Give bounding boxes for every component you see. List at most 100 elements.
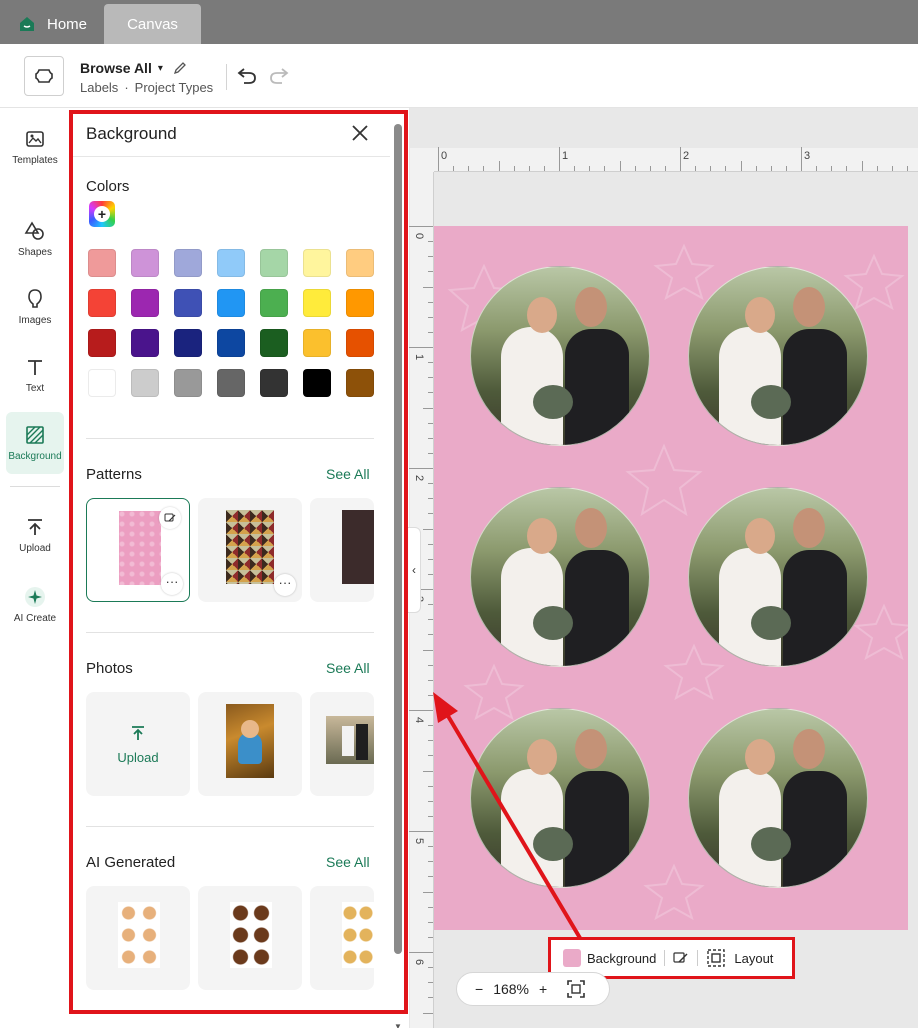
color-swatch[interactable] (260, 289, 288, 317)
rail-item-background[interactable]: Background (6, 412, 64, 474)
rail-item-text[interactable]: Text (6, 344, 64, 406)
photo-label-circle[interactable] (688, 487, 868, 667)
pattern-more-button[interactable]: ··· (274, 574, 296, 596)
context-layout-label[interactable]: Layout (734, 951, 773, 966)
color-swatch[interactable] (346, 369, 374, 397)
zoom-out-button[interactable]: − (475, 981, 483, 997)
photo-label-circle[interactable] (688, 266, 868, 446)
ruler-tick (428, 241, 433, 243)
color-swatch[interactable] (260, 329, 288, 357)
ai-card-2[interactable] (198, 886, 302, 990)
color-swatch[interactable] (346, 249, 374, 277)
color-swatch[interactable] (217, 289, 245, 317)
color-swatch[interactable] (88, 289, 116, 317)
color-swatch[interactable] (131, 369, 159, 397)
pattern-card-harlequin[interactable]: ··· (198, 498, 302, 602)
context-background-label[interactable]: Background (587, 951, 656, 966)
color-swatch[interactable] (217, 369, 245, 397)
breadcrumb-project-types[interactable]: Project Types (135, 80, 214, 95)
color-swatch[interactable] (131, 249, 159, 277)
ai-see-all-link[interactable]: See All (326, 854, 370, 870)
rail-item-label: Background (8, 451, 62, 462)
ruler-tick (428, 921, 433, 923)
panel-scrollbar[interactable]: ▼ (394, 124, 402, 1028)
ruler-tick (428, 619, 433, 621)
photo-upload-card[interactable]: Upload (86, 692, 190, 796)
color-swatch[interactable] (260, 369, 288, 397)
color-swatch[interactable] (303, 249, 331, 277)
edit-pattern-button[interactable] (159, 507, 181, 529)
zoom-in-button[interactable]: + (539, 981, 547, 997)
color-swatch[interactable] (88, 249, 116, 277)
collapse-panel-button[interactable]: ‹ (407, 527, 421, 613)
edit-background-icon[interactable] (673, 950, 689, 966)
edit-brush-icon (164, 513, 176, 522)
fit-to-screen-icon[interactable] (567, 980, 585, 998)
color-swatch[interactable] (174, 249, 202, 277)
breadcrumb-labels[interactable]: Labels (80, 80, 118, 95)
photo-card-wedding[interactable] (310, 692, 374, 796)
color-swatch[interactable] (174, 289, 202, 317)
ruler-tick (428, 331, 433, 333)
section-divider (86, 826, 374, 827)
photos-see-all-link[interactable]: See All (326, 660, 370, 676)
ruler-tick (801, 147, 802, 171)
panel-header-divider (70, 156, 390, 157)
rail-item-label: Text (25, 383, 45, 394)
scroll-down-arrow-icon[interactable]: ▼ (393, 1022, 403, 1028)
background-color-swatch[interactable] (563, 949, 581, 967)
color-swatch[interactable] (217, 249, 245, 277)
ruler-label: 5 (413, 837, 426, 845)
ai-card-3[interactable] (310, 886, 374, 990)
scrollbar-thumb[interactable] (394, 124, 402, 954)
add-custom-color-button[interactable]: + (89, 201, 115, 227)
label-shape-button[interactable] (24, 56, 64, 96)
ruler-tick (428, 664, 433, 666)
pattern-more-button[interactable]: ··· (161, 573, 183, 595)
color-swatch[interactable] (174, 369, 202, 397)
pattern-card-pink[interactable]: ··· (86, 498, 190, 602)
rail-item-ai-create[interactable]: AI Create (6, 574, 64, 636)
tab-canvas[interactable]: Canvas (104, 4, 201, 44)
color-swatch[interactable] (131, 329, 159, 357)
browse-all-menu[interactable]: Browse All ▾ (80, 60, 187, 76)
color-swatch[interactable] (217, 329, 245, 357)
rail-item-images[interactable]: Images (6, 276, 64, 338)
color-swatch[interactable] (88, 369, 116, 397)
color-swatch[interactable] (131, 289, 159, 317)
color-swatch[interactable] (346, 329, 374, 357)
ruler-tick (428, 997, 433, 999)
photo-label-circle[interactable] (688, 708, 868, 888)
redo-icon[interactable] (268, 64, 290, 86)
bride-head (527, 518, 557, 554)
photo-label-circle[interactable] (470, 708, 650, 888)
rail-item-label: Templates (12, 155, 58, 166)
upload-icon (28, 519, 42, 535)
photo-label-circle[interactable] (470, 487, 650, 667)
pattern-card-dark[interactable] (310, 498, 374, 602)
color-swatch[interactable] (303, 289, 331, 317)
ai-card-1[interactable] (86, 886, 190, 990)
ruler-tick (428, 755, 433, 757)
layout-icon[interactable] (706, 948, 726, 968)
color-swatch[interactable] (174, 329, 202, 357)
rail-item-templates[interactable]: Templates (6, 116, 64, 178)
rail-item-upload[interactable]: Upload (6, 504, 64, 566)
undo-icon[interactable] (236, 64, 258, 86)
ruler-tick (409, 347, 433, 348)
color-swatch[interactable] (260, 249, 288, 277)
photo-label-circle[interactable] (470, 266, 650, 446)
label-artboard[interactable] (434, 226, 908, 930)
color-swatch[interactable] (303, 329, 331, 357)
pencil-icon[interactable] (173, 61, 187, 75)
photo-card-child-leaves[interactable] (198, 692, 302, 796)
color-swatch[interactable] (346, 289, 374, 317)
color-swatch[interactable] (303, 369, 331, 397)
patterns-see-all-link[interactable]: See All (326, 466, 370, 482)
color-swatch[interactable] (88, 329, 116, 357)
close-icon[interactable] (350, 123, 370, 143)
ruler-tick (483, 166, 485, 171)
rail-item-shapes[interactable]: Shapes (6, 208, 64, 270)
tab-home[interactable]: Home (18, 4, 87, 44)
left-rail: Templates Shapes Images Text Background … (0, 108, 70, 1028)
